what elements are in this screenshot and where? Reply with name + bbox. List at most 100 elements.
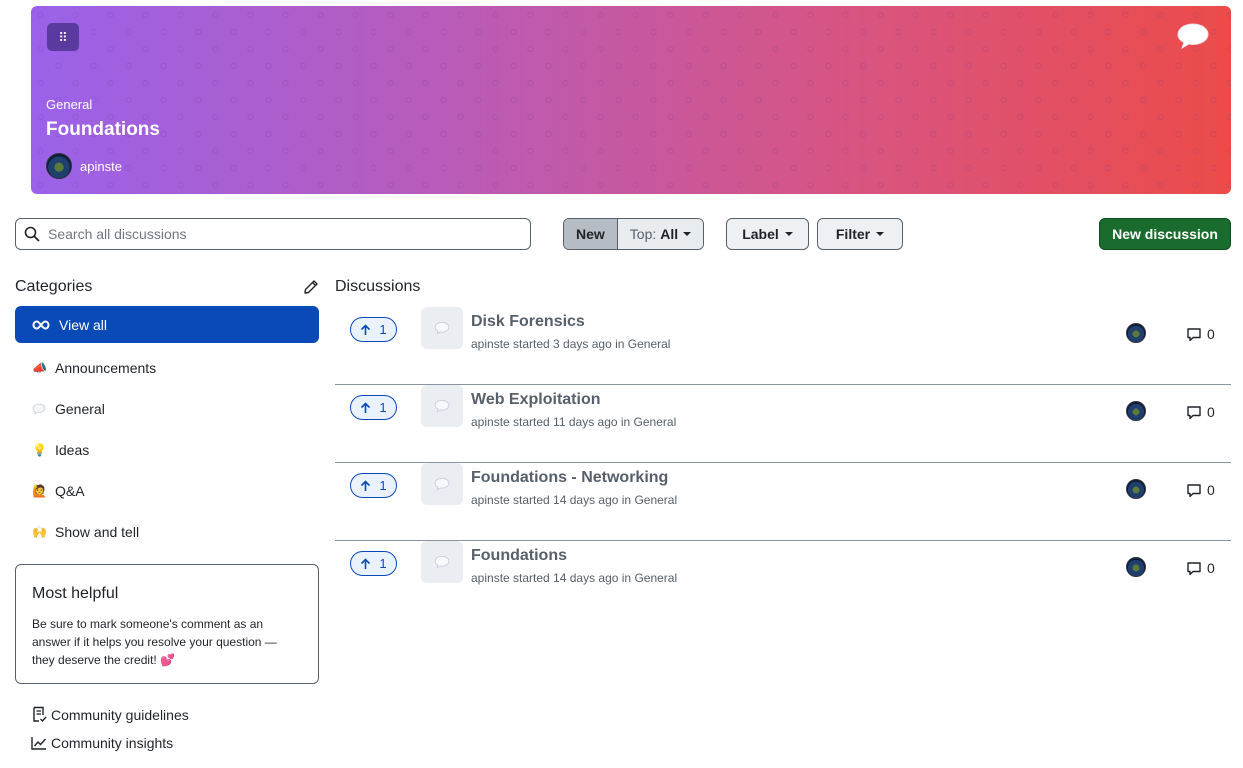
category-item-announcements[interactable]: 📣 Announcements xyxy=(15,347,319,388)
vote-count: 1 xyxy=(379,322,387,337)
label-button-text: Label xyxy=(742,226,779,242)
category-label: Q&A xyxy=(55,482,85,499)
category-label: Show and tell xyxy=(55,523,140,540)
upvote-button[interactable]: 1 xyxy=(350,395,397,420)
category-item-qa[interactable]: 🙋 Q&A xyxy=(15,470,319,511)
search-input[interactable] xyxy=(48,226,508,242)
discussion-title-link[interactable]: Disk Forensics xyxy=(471,313,585,331)
filter-dropdown-button[interactable]: Filter xyxy=(817,218,903,250)
vote-count: 1 xyxy=(379,400,387,415)
search-icon xyxy=(24,226,40,242)
vote-count: 1 xyxy=(379,478,387,493)
apps-grid-button[interactable]: ⠿ xyxy=(47,23,79,51)
comment-icon xyxy=(1187,405,1201,419)
category-banner: ⠿ General Foundations apinste xyxy=(31,6,1231,194)
comment-icon xyxy=(1187,327,1201,341)
discussion-title-link[interactable]: Foundations xyxy=(471,547,567,565)
discussion-category-icon xyxy=(421,541,463,583)
label-dropdown-button[interactable]: Label xyxy=(726,218,809,250)
speech-bubble-icon xyxy=(434,399,450,413)
discussion-row[interactable]: 1 Foundations apinste started 14 days ag… xyxy=(335,541,1231,619)
megaphone-icon: 📣 xyxy=(32,360,47,375)
banner-pattern-offset xyxy=(31,6,1231,194)
sort-top-button[interactable]: Top: All xyxy=(617,219,704,249)
new-discussion-button[interactable]: New discussion xyxy=(1099,218,1231,250)
categories-heading: Categories xyxy=(15,278,93,295)
category-label: Announcements xyxy=(55,359,157,376)
infinity-icon xyxy=(32,319,50,330)
comment-count[interactable]: 0 xyxy=(1186,404,1215,420)
discussion-meta: apinste started 14 days ago in General xyxy=(471,493,678,507)
page-title: Foundations xyxy=(46,119,160,140)
sort-segmented-control: New Top: All xyxy=(563,218,705,250)
category-label: View all xyxy=(59,316,107,333)
discussion-category-icon xyxy=(421,307,463,349)
link-label: Community guidelines xyxy=(51,706,189,723)
guidelines-icon xyxy=(33,706,47,723)
category-item-general[interactable]: General xyxy=(15,388,319,429)
graph-icon xyxy=(31,737,47,750)
discussion-meta: apinste started 11 days ago in General xyxy=(471,415,677,429)
avatar[interactable] xyxy=(1126,401,1146,421)
community-guidelines-link[interactable]: Community guidelines xyxy=(31,706,189,723)
discussion-row[interactable]: 1 Foundations - Networking apinste start… xyxy=(335,463,1231,541)
discussion-category-icon xyxy=(421,385,463,427)
comment-count[interactable]: 0 xyxy=(1186,560,1215,576)
speech-bubble-icon xyxy=(32,403,46,415)
banner-category[interactable]: General xyxy=(46,97,92,112)
chevron-down-icon xyxy=(784,232,793,236)
chevron-down-icon xyxy=(876,232,885,236)
grid-icon: ⠿ xyxy=(58,29,68,45)
upvote-button[interactable]: 1 xyxy=(350,317,397,342)
filter-button-text: Filter xyxy=(835,226,871,242)
comment-count-value: 0 xyxy=(1207,482,1215,498)
category-label: General xyxy=(55,400,105,417)
most-helpful-title: Most helpful xyxy=(32,585,119,602)
person-raising-hand-icon: 🙋 xyxy=(32,483,47,498)
avatar[interactable] xyxy=(1126,479,1146,499)
discussion-meta: apinste started 14 days ago in General xyxy=(471,571,678,585)
category-item-ideas[interactable]: 💡 Ideas xyxy=(15,429,319,470)
comment-count[interactable]: 0 xyxy=(1186,326,1215,342)
discussions-heading: Discussions xyxy=(335,278,421,295)
discussion-category-icon xyxy=(421,463,463,505)
chevron-down-icon xyxy=(683,232,692,236)
category-item-view-all[interactable]: View all xyxy=(15,306,319,343)
speech-bubble-icon xyxy=(1177,23,1209,50)
speech-bubble-icon xyxy=(434,321,450,335)
sort-new-button[interactable]: New xyxy=(564,219,618,249)
avatar[interactable] xyxy=(1126,323,1146,343)
discussion-title-link[interactable]: Web Exploitation xyxy=(471,391,600,409)
speech-bubble-icon xyxy=(434,555,450,569)
link-label: Community insights xyxy=(51,735,174,751)
discussion-meta: apinste started 3 days ago in General xyxy=(471,337,671,351)
arrow-up-icon xyxy=(361,323,371,335)
arrow-up-icon xyxy=(361,479,371,491)
discussion-row[interactable]: 1 Web Exploitation apinste started 11 da… xyxy=(335,385,1231,463)
category-list: View all 📣 Announcements General 💡 Ideas… xyxy=(15,306,319,552)
speech-bubble-icon xyxy=(434,477,450,491)
upvote-button[interactable]: 1 xyxy=(350,551,397,576)
upvote-button[interactable]: 1 xyxy=(350,473,397,498)
discussion-row[interactable]: 1 Disk Forensics apinste started 3 days … xyxy=(335,307,1231,385)
search-box[interactable] xyxy=(15,218,531,250)
comment-count-value: 0 xyxy=(1207,404,1215,420)
raised-hands-icon: 🙌 xyxy=(32,524,47,539)
pencil-icon[interactable] xyxy=(303,279,319,295)
arrow-up-icon xyxy=(361,401,371,413)
sort-top-prefix: Top: xyxy=(629,226,657,242)
lightbulb-icon: 💡 xyxy=(32,442,47,457)
category-label: Ideas xyxy=(55,441,90,458)
discussion-title-link[interactable]: Foundations - Networking xyxy=(471,469,668,487)
comment-icon xyxy=(1187,561,1201,575)
avatar[interactable] xyxy=(1126,557,1146,577)
comment-count[interactable]: 0 xyxy=(1186,482,1215,498)
category-item-show-and-tell[interactable]: 🙌 Show and tell xyxy=(15,511,319,552)
community-insights-link[interactable]: Community insights xyxy=(31,735,173,751)
banner-author[interactable]: apinste xyxy=(46,153,122,179)
comment-icon xyxy=(1187,483,1201,497)
arrow-up-icon xyxy=(361,557,371,569)
comment-count-value: 0 xyxy=(1207,560,1215,576)
author-name: apinste xyxy=(80,158,122,174)
comment-count-value: 0 xyxy=(1207,326,1215,342)
